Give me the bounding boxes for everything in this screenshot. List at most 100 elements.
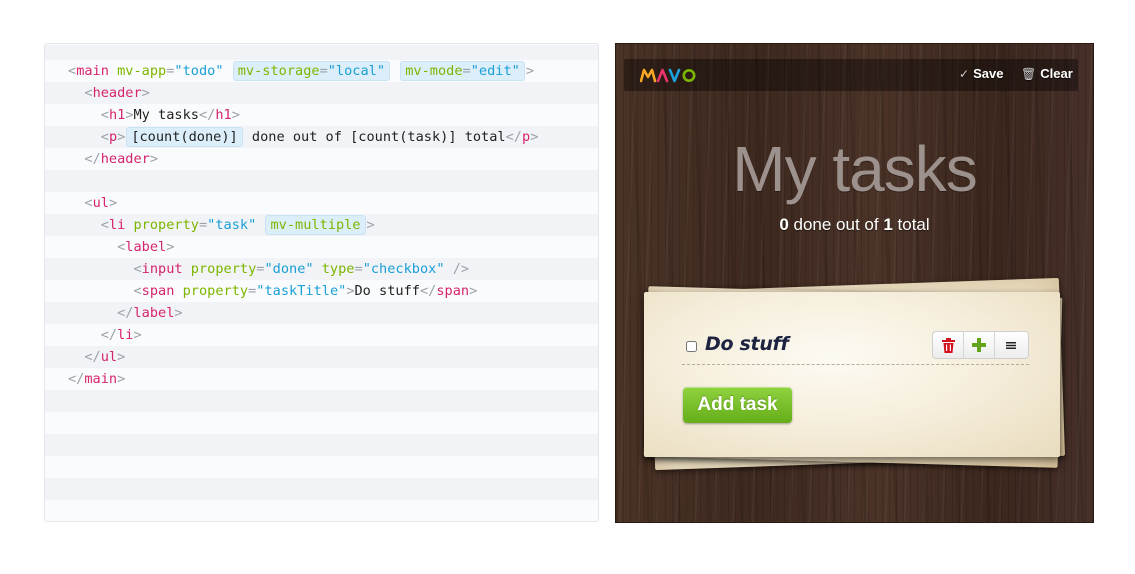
code-token: type — [321, 261, 355, 277]
code-token: input — [141, 261, 183, 277]
code-token: > — [133, 327, 142, 343]
code-token: > — [525, 63, 535, 79]
code-token: = — [354, 261, 363, 277]
code-token: </ — [100, 327, 118, 343]
code-token: < — [133, 261, 142, 277]
code-token: > — [108, 195, 118, 211]
code-token: > — [117, 349, 126, 365]
code-token: </ — [84, 349, 101, 365]
summary-suffix: total — [892, 215, 930, 234]
total-count: 1 — [883, 215, 893, 234]
code-line: </li> — [45, 324, 598, 346]
code-token: = — [462, 63, 471, 79]
code-token: My tasks — [133, 107, 199, 123]
code-token: header — [92, 85, 142, 101]
code-token: < — [100, 217, 109, 233]
code-token: mv-multiple — [270, 217, 361, 233]
code-token: span — [141, 283, 175, 299]
code-token: "done" — [264, 261, 314, 277]
code-token: </ — [419, 283, 437, 299]
code-line: <ul> — [45, 192, 598, 214]
code-token: li — [108, 217, 126, 233]
logo-letter — [656, 68, 669, 83]
save-button[interactable]: ✓ Save — [959, 66, 1003, 81]
app-preview-panel: ✓ Save 🗑 Clear My tasks 0 done out of 1 to… — [615, 43, 1094, 523]
code-token: < — [133, 283, 142, 299]
code-token: label — [133, 305, 175, 321]
code-token: mv-mode — [405, 63, 463, 79]
code-line: <main mv-app="todo" mv-storage="local" m… — [45, 60, 598, 82]
code-token: < — [100, 129, 109, 145]
code-token: > — [346, 283, 355, 299]
code-token: > — [117, 371, 126, 387]
code-line: <h1>My tasks</h1> — [45, 104, 598, 126]
menu-icon — [1005, 341, 1016, 349]
code-token: > — [231, 107, 240, 123]
code-token: "local" — [327, 63, 386, 79]
code-token: /> — [444, 261, 470, 277]
code-token: </ — [68, 371, 85, 387]
check-icon: ✓ — [959, 67, 970, 81]
trash-icon: 🗑 — [1021, 67, 1037, 81]
drag-handle[interactable] — [995, 332, 1026, 358]
code-lines: <main mv-app="todo" mv-storage="local" m… — [45, 60, 598, 390]
add-task-button[interactable]: Add task — [683, 387, 792, 423]
code-token: "taskTitle" — [256, 283, 347, 299]
code-token: mv-app — [117, 63, 167, 79]
code-token: = — [198, 217, 208, 233]
code-token: [count(done)] — [131, 129, 238, 145]
task-item-controls — [932, 331, 1029, 359]
code-token: = — [319, 63, 328, 79]
mavo-logo-icon — [640, 68, 696, 83]
code-token: ul — [100, 349, 118, 365]
code-token: main — [84, 371, 118, 387]
logo-letter — [682, 69, 696, 82]
task-list-card — [644, 292, 1060, 457]
code-token: Do stuff — [354, 283, 420, 299]
code-line: </label> — [45, 302, 598, 324]
code-token: property — [133, 217, 199, 233]
code-token: main — [76, 63, 109, 79]
code-line: </header> — [45, 148, 598, 170]
code-token: > — [366, 217, 375, 233]
code-token: < — [68, 63, 77, 79]
code-token: "todo" — [174, 63, 224, 79]
code-token: property — [182, 283, 249, 299]
code-line: <li property="task" mv-multiple > — [45, 214, 598, 236]
list-item: Do stuff — [684, 331, 1029, 367]
trash-icon — [941, 337, 955, 353]
code-line: </main> — [45, 368, 598, 390]
clear-button[interactable]: 🗑 Clear — [1021, 66, 1073, 81]
code-token: done out of [count(task)] total — [243, 129, 506, 145]
task-title[interactable]: Do stuff — [705, 333, 789, 355]
delete-item-button[interactable] — [933, 332, 964, 358]
logo-letter — [640, 68, 657, 83]
code-token: < — [84, 85, 93, 101]
code-token: > — [530, 129, 539, 145]
code-token: p — [522, 129, 531, 145]
code-token: mv-storage — [237, 63, 320, 79]
code-highlight: mv-multiple — [265, 215, 366, 235]
code-token: </ — [117, 305, 134, 321]
add-item-button[interactable] — [964, 332, 995, 358]
code-token: "edit" — [470, 63, 520, 79]
code-line: <label> — [45, 236, 598, 258]
code-panel: <main mv-app="todo" mv-storage="local" m… — [44, 43, 599, 522]
task-done-checkbox[interactable] — [686, 341, 697, 352]
code-token: > — [174, 305, 183, 321]
plus-icon — [972, 338, 986, 352]
code-token: < — [84, 195, 93, 211]
done-count: 0 — [779, 215, 789, 234]
code-token: "checkbox" — [362, 261, 445, 277]
